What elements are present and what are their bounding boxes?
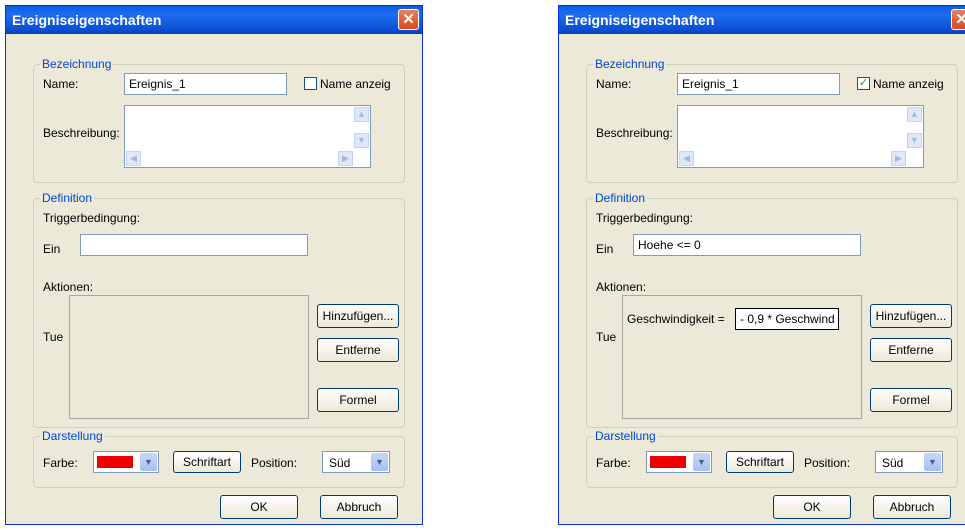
actions-panel: Geschwindigkeit = - 0,9 * Geschwind xyxy=(622,295,862,419)
position-select[interactable]: Süd ▼ xyxy=(875,451,943,473)
show-name-checkbox[interactable]: ✓ xyxy=(857,77,870,90)
scroll-left-icon[interactable]: ◀ xyxy=(126,151,141,166)
description-textarea[interactable]: ▲ ▼ ◀ ▶ xyxy=(124,105,371,168)
color-label: Farbe: xyxy=(596,456,631,470)
checkmark-icon: ✓ xyxy=(858,77,869,89)
description-label: Beschreibung: xyxy=(596,126,673,140)
show-name-label: Name anzeig xyxy=(873,77,944,91)
color-label: Farbe: xyxy=(43,456,78,470)
color-swatch xyxy=(650,456,686,468)
trigger-input[interactable] xyxy=(80,234,308,256)
group-legend: Darstellung xyxy=(40,429,105,443)
ein-label: Ein xyxy=(596,242,614,256)
scroll-right-icon[interactable]: ▶ xyxy=(891,151,906,166)
font-button[interactable]: Schriftart xyxy=(173,451,241,473)
position-label: Position: xyxy=(251,456,298,470)
color-select[interactable]: ▼ xyxy=(646,451,712,473)
show-name-checkbox[interactable] xyxy=(304,77,317,90)
dialog-title: Ereigniseigenschaften xyxy=(565,12,715,28)
name-label: Name: xyxy=(43,77,79,91)
group-legend: Bezeichnung xyxy=(40,57,114,71)
name-label: Name: xyxy=(596,77,632,91)
scroll-left-icon[interactable]: ◀ xyxy=(679,151,694,166)
trigger-input[interactable]: Hoehe <= 0 xyxy=(633,234,861,256)
group-legend: Bezeichnung xyxy=(593,57,667,71)
close-icon: ✕ xyxy=(402,11,415,28)
actions-label: Aktionen: xyxy=(43,280,94,294)
tue-label: Tue xyxy=(596,330,617,344)
actions-panel xyxy=(69,295,309,419)
dialog-title: Ereigniseigenschaften xyxy=(12,12,162,28)
chevron-down-icon[interactable]: ▼ xyxy=(371,453,388,471)
name-input[interactable]: Ereignis_1 xyxy=(124,73,287,95)
close-icon: ✕ xyxy=(955,11,965,28)
title-bar[interactable]: Ereigniseigenschaften ✕ xyxy=(559,6,965,34)
position-select[interactable]: Süd ▼ xyxy=(322,451,390,473)
group-legend: Definition xyxy=(40,191,95,205)
ok-button[interactable]: OK xyxy=(773,495,851,519)
show-name-label: Name anzeig xyxy=(320,77,391,91)
add-action-button[interactable]: Hinzufügen... xyxy=(870,304,952,328)
remove-action-button[interactable]: Entferne xyxy=(317,338,399,362)
ein-label: Ein xyxy=(43,242,61,256)
ok-button[interactable]: OK xyxy=(220,495,298,519)
scroll-up-icon[interactable]: ▲ xyxy=(354,107,369,122)
add-action-button[interactable]: Hinzufügen... xyxy=(317,304,399,328)
trigger-label: Triggerbedingung: xyxy=(43,211,140,225)
name-input[interactable]: Ereignis_1 xyxy=(677,73,840,95)
description-label: Beschreibung: xyxy=(43,126,120,140)
position-label: Position: xyxy=(804,456,851,470)
position-value: Süd xyxy=(882,456,904,470)
formula-button[interactable]: Formel xyxy=(870,388,952,412)
action-expression-input[interactable]: - 0,9 * Geschwind xyxy=(735,308,839,330)
group-legend: Darstellung xyxy=(593,429,658,443)
tue-label: Tue xyxy=(43,330,64,344)
close-button[interactable]: ✕ xyxy=(951,9,965,30)
scroll-up-icon[interactable]: ▲ xyxy=(907,107,922,122)
cancel-button[interactable]: Abbruch xyxy=(873,495,951,519)
color-swatch xyxy=(97,456,133,468)
chevron-down-icon[interactable]: ▼ xyxy=(924,453,941,471)
title-bar[interactable]: Ereigniseigenschaften ✕ xyxy=(6,6,422,34)
position-value: Süd xyxy=(329,456,351,470)
description-textarea[interactable]: ▲ ▼ ◀ ▶ xyxy=(677,105,924,168)
chevron-down-icon[interactable]: ▼ xyxy=(140,453,157,471)
scroll-right-icon[interactable]: ▶ xyxy=(338,151,353,166)
color-select[interactable]: ▼ xyxy=(93,451,159,473)
formula-button[interactable]: Formel xyxy=(317,388,399,412)
scroll-down-icon[interactable]: ▼ xyxy=(907,133,922,148)
chevron-down-icon[interactable]: ▼ xyxy=(693,453,710,471)
action-variable-label: Geschwindigkeit = xyxy=(627,312,725,326)
close-button[interactable]: ✕ xyxy=(398,9,419,30)
remove-action-button[interactable]: Entferne xyxy=(870,338,952,362)
event-properties-dialog: Ereigniseigenschaften ✕ Bezeichnung Name… xyxy=(5,5,423,525)
group-legend: Definition xyxy=(593,191,648,205)
scroll-down-icon[interactable]: ▼ xyxy=(354,133,369,148)
font-button[interactable]: Schriftart xyxy=(726,451,794,473)
cancel-button[interactable]: Abbruch xyxy=(320,495,398,519)
actions-label: Aktionen: xyxy=(596,280,647,294)
event-properties-dialog: Ereigniseigenschaften ✕ Bezeichnung Name… xyxy=(558,5,965,525)
trigger-label: Triggerbedingung: xyxy=(596,211,693,225)
